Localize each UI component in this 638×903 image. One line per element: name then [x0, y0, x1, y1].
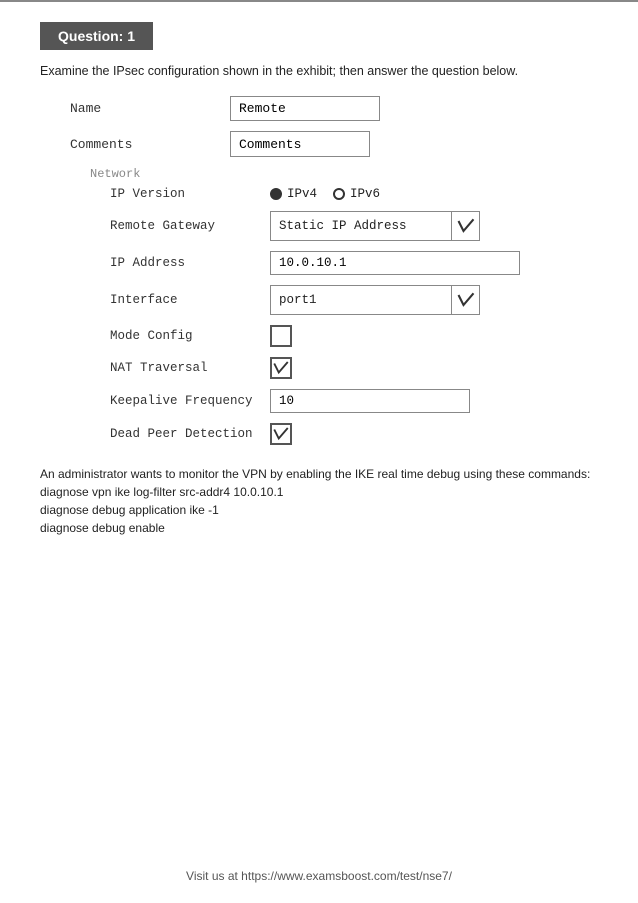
interface-row: Interface port1	[110, 285, 598, 315]
remote-gateway-value: Static IP Address	[271, 215, 451, 237]
ipv4-radio-item[interactable]: IPv4	[270, 187, 317, 201]
nat-traversal-checkbox[interactable]	[270, 357, 292, 379]
bottom-line1: An administrator wants to monitor the VP…	[40, 465, 598, 483]
ip-address-row: IP Address	[110, 251, 598, 275]
name-input[interactable]	[230, 96, 380, 121]
dead-peer-checkbox[interactable]	[270, 423, 292, 445]
bottom-line4: diagnose debug enable	[40, 519, 598, 537]
ipv6-radio-empty	[333, 188, 345, 200]
ipv6-label: IPv6	[350, 187, 380, 201]
mode-config-checkbox[interactable]	[270, 325, 292, 347]
question-label: Question: 1	[58, 28, 135, 44]
ip-version-radio-group: IPv4 IPv6	[270, 187, 380, 201]
network-label: Network	[90, 167, 598, 181]
interface-label: Interface	[110, 293, 270, 307]
top-border	[0, 0, 638, 2]
dead-peer-row: Dead Peer Detection	[110, 423, 598, 445]
checkmark-icon-remote-gateway	[456, 216, 476, 236]
dead-peer-label: Dead Peer Detection	[110, 427, 270, 441]
intro-text: Examine the IPsec configuration shown in…	[40, 64, 598, 78]
interface-dropdown[interactable]: port1	[270, 285, 480, 315]
comments-input[interactable]	[230, 131, 370, 157]
footer: Visit us at https://www.examsboost.com/t…	[0, 869, 638, 883]
checkmark-icon-interface	[456, 290, 476, 310]
keepalive-row: Keepalive Frequency	[110, 389, 598, 413]
dropdown-arrow-remote-gateway[interactable]	[451, 212, 479, 240]
network-rows: IP Version IPv4 IPv6 Remote Ga	[90, 187, 598, 445]
remote-gateway-dropdown[interactable]: Static IP Address	[270, 211, 480, 241]
ipv4-label: IPv4	[287, 187, 317, 201]
mode-config-label: Mode Config	[110, 329, 270, 343]
ip-version-row: IP Version IPv4 IPv6	[110, 187, 598, 201]
remote-gateway-row: Remote Gateway Static IP Address	[110, 211, 598, 241]
comments-row: Comments	[70, 131, 598, 157]
network-section: Network IP Version IPv4 IPv6	[70, 167, 598, 445]
ip-address-label: IP Address	[110, 256, 270, 270]
keepalive-label: Keepalive Frequency	[110, 394, 270, 408]
ipv4-radio-filled	[270, 188, 282, 200]
nat-traversal-label: NAT Traversal	[110, 361, 270, 375]
mode-config-row: Mode Config	[110, 325, 598, 347]
question-header: Question: 1	[40, 22, 153, 50]
keepalive-input[interactable]	[270, 389, 470, 413]
footer-text: Visit us at https://www.examsboost.com/t…	[186, 869, 452, 883]
name-row: Name	[70, 96, 598, 121]
form-container: Name Comments Network IP Version IPv4	[40, 96, 598, 445]
bottom-text: An administrator wants to monitor the VP…	[40, 465, 598, 537]
dead-peer-checkmark	[272, 425, 290, 443]
ip-version-label: IP Version	[110, 187, 270, 201]
nat-traversal-checkmark	[272, 359, 290, 377]
name-label: Name	[70, 101, 230, 116]
remote-gateway-label: Remote Gateway	[110, 219, 270, 233]
nat-traversal-row: NAT Traversal	[110, 357, 598, 379]
bottom-line2: diagnose vpn ike log-filter src-addr4 10…	[40, 483, 598, 501]
ip-address-input[interactable]	[270, 251, 520, 275]
dropdown-arrow-interface[interactable]	[451, 286, 479, 314]
bottom-line3: diagnose debug application ike -1	[40, 501, 598, 519]
comments-label: Comments	[70, 137, 230, 152]
interface-value: port1	[271, 289, 451, 311]
ipv6-radio-item[interactable]: IPv6	[333, 187, 380, 201]
